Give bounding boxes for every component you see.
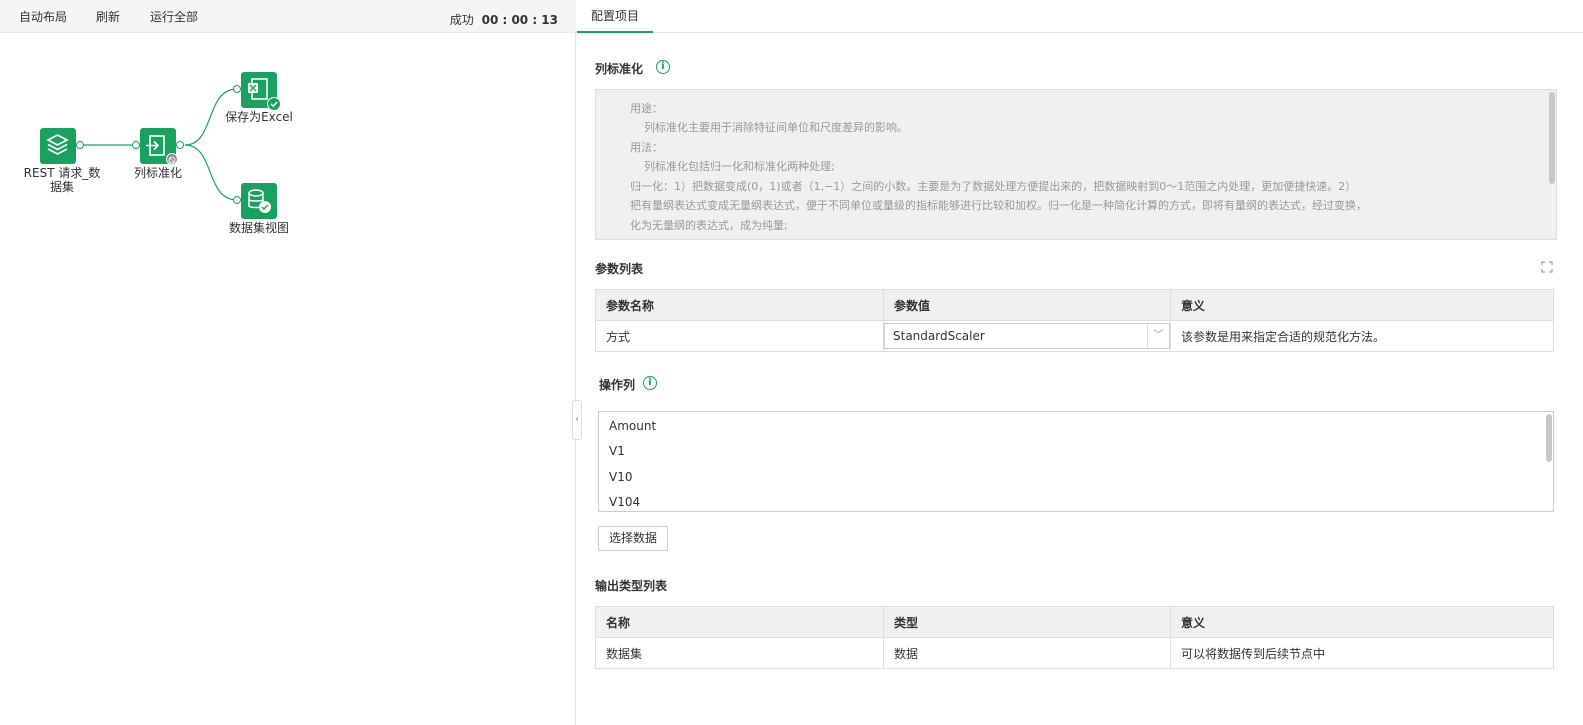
list-item[interactable]: V10 bbox=[609, 470, 632, 484]
list-item[interactable]: V104 bbox=[609, 495, 640, 509]
description-line: 化为无量纲的表达式，成为纯量; bbox=[630, 219, 788, 232]
description-line: 归一化：1）把数据变成(0，1)或者（1,−1）之间的小数。主要是为了数据处理方… bbox=[630, 180, 1357, 193]
tab-bar: 配置项目 bbox=[577, 0, 1583, 33]
config-panel: 配置项目 列标准化 i 用途： 列标准化主要用于消除特征间单位和尺度差异的影响。… bbox=[577, 0, 1583, 725]
workflow-panel: 自动布局 刷新 运行全部 成功 00 : 00 : 13 REST 请求_数 据… bbox=[0, 0, 576, 725]
node-normalize-output-port[interactable] bbox=[176, 141, 184, 149]
description-line: 用途： bbox=[630, 102, 663, 115]
chevron-down-icon: ﹀ bbox=[1147, 324, 1169, 348]
node-rest-label: REST 请求_数 据集 bbox=[23, 166, 101, 194]
description-line: 把有量纲表达式变成无量纲表达式，便于不同单位或量级的指标能够进行比较和加权。归一… bbox=[630, 199, 1367, 212]
node-column-normalize[interactable] bbox=[140, 128, 178, 165]
output-header-meaning: 意义 bbox=[1170, 606, 1554, 638]
list-item[interactable]: Amount bbox=[609, 419, 656, 433]
description-box[interactable]: 用途： 列标准化主要用于消除特征间单位和尺度差异的影响。 用法： 列标准化包括归… bbox=[595, 89, 1557, 240]
tab-config[interactable]: 配置项目 bbox=[577, 0, 653, 33]
info-icon[interactable]: i bbox=[643, 376, 657, 390]
description-scrollbar[interactable] bbox=[1549, 92, 1555, 184]
description-line: 用法： bbox=[630, 141, 663, 154]
database-icon bbox=[248, 189, 271, 213]
status-label: 成功 bbox=[449, 13, 474, 27]
success-check-icon bbox=[267, 97, 281, 111]
operation-columns-list[interactable]: Amount V1 V10 V104 bbox=[598, 411, 1554, 512]
info-icon[interactable]: i bbox=[656, 60, 670, 74]
description-line: 列标准化主要用于消除特征间单位和尺度差异的影响。 bbox=[644, 121, 908, 134]
workflow-canvas[interactable]: REST 请求_数 据集 列标准化 保存为Excel 数据集视图 bbox=[0, 33, 576, 725]
output-types-title: 输出类型列表 bbox=[595, 579, 668, 593]
workflow-toolbar: 自动布局 刷新 运行全部 成功 00 : 00 : 13 bbox=[0, 0, 576, 33]
node-excel-label: 保存为Excel bbox=[225, 110, 293, 124]
node-dataset-view-input-port[interactable] bbox=[233, 196, 241, 204]
auto-layout-button[interactable]: 自动布局 bbox=[19, 8, 67, 25]
param-name-cell: 方式 bbox=[595, 320, 884, 352]
node-dataset-view[interactable] bbox=[241, 183, 277, 219]
select-data-button[interactable]: 选择数据 bbox=[598, 526, 668, 551]
params-header-value: 参数值 bbox=[883, 289, 1171, 321]
operation-columns-title: 操作列 bbox=[599, 378, 636, 392]
output-type-cell: 数据 bbox=[883, 637, 1171, 669]
table-row: 数据集 数据 可以将数据传到后续节点中 bbox=[595, 637, 1554, 669]
description-line: 列标准化包括归一化和标准化两种处理; bbox=[644, 160, 835, 173]
output-header-name: 名称 bbox=[595, 606, 884, 638]
node-normalize-label: 列标准化 bbox=[133, 166, 182, 180]
fullscreen-icon[interactable] bbox=[1541, 261, 1553, 273]
params-header-name: 参数名称 bbox=[595, 289, 884, 321]
param-meaning-cell: 该参数是用来指定合适的规范化方法。 bbox=[1170, 320, 1554, 352]
node-normalize-input-port[interactable] bbox=[132, 141, 140, 149]
list-scrollbar[interactable] bbox=[1546, 414, 1552, 462]
output-meaning-cell: 可以将数据传到后续节点中 bbox=[1170, 637, 1554, 669]
workflow-edges bbox=[80, 88, 238, 201]
node-save-excel[interactable] bbox=[241, 72, 281, 111]
params-table: 参数名称 参数值 意义 方式 StandardScaler ﹀ 该参数是用来指定… bbox=[595, 289, 1554, 352]
status-time: 00 : 00 : 13 bbox=[481, 13, 558, 27]
output-types-table: 名称 类型 意义 数据集 数据 可以将数据传到后续节点中 bbox=[595, 606, 1554, 669]
params-header-meaning: 意义 bbox=[1170, 289, 1554, 321]
output-header-type: 类型 bbox=[883, 606, 1171, 638]
description-title: 列标准化 bbox=[595, 62, 644, 76]
params-title: 参数列表 bbox=[595, 262, 644, 276]
refresh-button[interactable]: 刷新 bbox=[96, 8, 120, 25]
method-select-value: StandardScaler bbox=[893, 329, 985, 343]
method-select[interactable]: StandardScaler ﹀ bbox=[884, 323, 1170, 349]
node-rest-request[interactable] bbox=[40, 128, 76, 164]
param-value-cell: StandardScaler ﹀ bbox=[883, 320, 1171, 352]
table-row: 方式 StandardScaler ﹀ 该参数是用来指定合适的规范化方法。 bbox=[595, 320, 1554, 352]
node-dataset-view-label: 数据集视图 bbox=[228, 221, 289, 235]
output-name-cell: 数据集 bbox=[595, 637, 884, 669]
disabled-badge-icon bbox=[166, 153, 178, 165]
run-status: 成功 00 : 00 : 13 bbox=[450, 11, 558, 28]
list-item[interactable]: V1 bbox=[609, 444, 625, 458]
layers-icon bbox=[46, 134, 69, 155]
run-all-button[interactable]: 运行全部 bbox=[150, 8, 198, 25]
node-rest-output-port[interactable] bbox=[76, 141, 84, 149]
node-excel-input-port[interactable] bbox=[233, 85, 241, 93]
